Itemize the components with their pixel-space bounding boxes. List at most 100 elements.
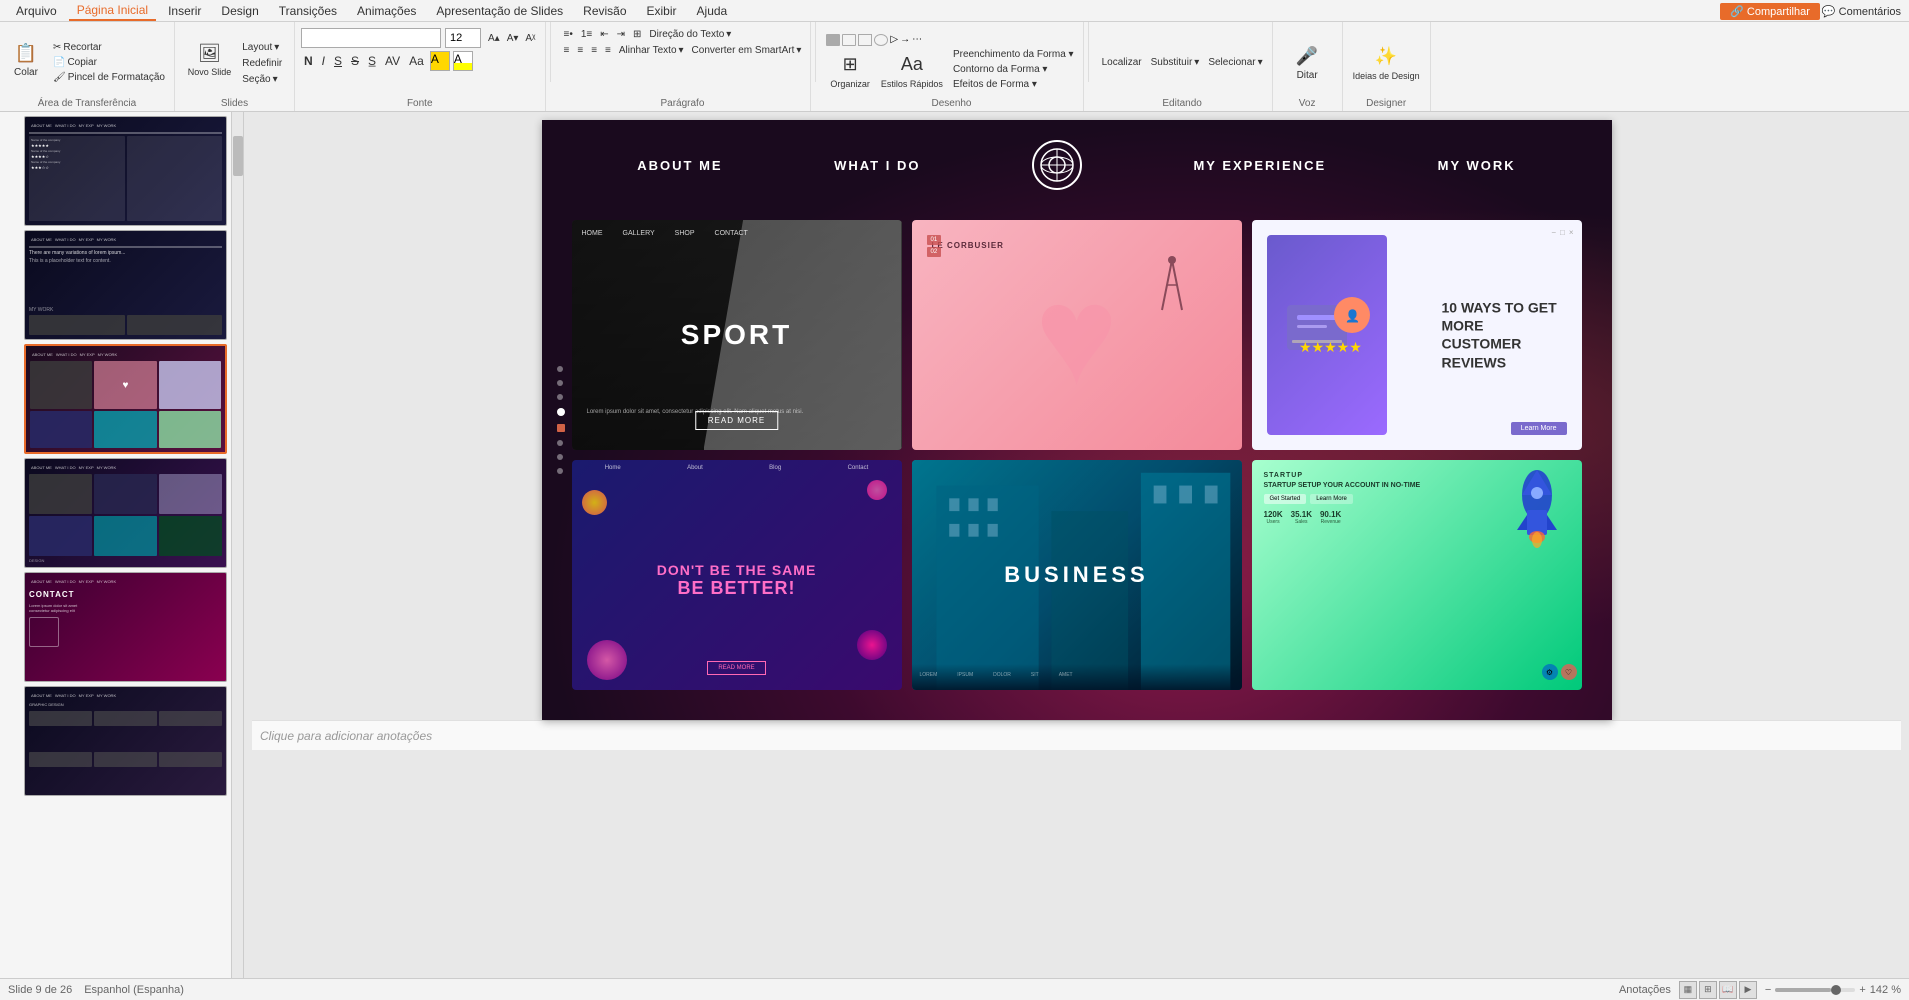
design-ideas-button[interactable]: ✨ Ideias de Design (1349, 41, 1424, 83)
dictate-button[interactable]: 🎤 Ditar (1287, 40, 1327, 83)
section-button[interactable]: Seção ▾ (239, 73, 285, 86)
strikethrough-button[interactable]: S (348, 53, 362, 69)
convert-smartart-button[interactable]: Converter em SmartArt ▾ (689, 44, 805, 57)
slide-thumb-7[interactable]: ABOUT MEWHAT I DOMY EXPMY WORK Name of t… (24, 116, 227, 226)
slideshow-btn[interactable]: ▶ (1739, 981, 1757, 999)
select-button[interactable]: Selecionar ▾ (1205, 56, 1265, 69)
align-left-button[interactable]: ≡ (561, 44, 573, 57)
slide-thumb-12[interactable]: ABOUT MEWHAT I DOMY EXPMY WORK GRAPHIC D… (24, 686, 227, 796)
bullets-button[interactable]: ≡• (561, 28, 576, 41)
shape-more[interactable]: ⋯ (912, 34, 922, 46)
nav-my-work: MY WORK (1438, 158, 1516, 173)
text-shadow-button[interactable]: S̲ (365, 53, 379, 69)
copy-button[interactable]: 📄 Copiar (50, 56, 168, 69)
shape-rect[interactable] (826, 34, 840, 46)
designer-group: ✨ Ideias de Design Designer (1343, 22, 1431, 111)
text-direction-button[interactable]: Direção do Texto ▾ (646, 28, 734, 41)
zoom-minus[interactable]: − (1765, 984, 1771, 996)
indent-decrease-button[interactable]: ⇤ (597, 28, 611, 41)
decrease-font-button[interactable]: A▾ (504, 32, 522, 45)
paste-button[interactable]: 📋 Colar (6, 37, 46, 80)
format-painter-button[interactable]: 🖌 Pincel de Formatação (50, 71, 168, 84)
slide-count: Slide 9 de 26 (8, 984, 72, 996)
underline-button[interactable]: S (331, 53, 345, 69)
numbering-button[interactable]: 1≡ (578, 28, 595, 41)
normal-view-btn[interactable]: ▦ (1679, 981, 1697, 999)
shape-triangle[interactable]: ▷ (890, 34, 898, 46)
menu-revisao[interactable]: Revisão (575, 2, 634, 20)
space-read-btn[interactable]: READ MORE (707, 661, 765, 675)
char-spacing-button[interactable]: AV (382, 53, 403, 69)
menu-animacoes[interactable]: Animações (349, 2, 424, 20)
redefine-button[interactable]: Redefinir (239, 57, 285, 70)
shape-square[interactable] (858, 34, 872, 46)
menu-exibir[interactable]: Exibir (639, 2, 685, 20)
zoom-slider[interactable] (1775, 988, 1855, 992)
share-button[interactable]: 🔗 Compartilhar (1720, 3, 1820, 20)
font-name-selector[interactable] (301, 28, 441, 48)
slide-thumb-10[interactable]: ABOUT MEWHAT I DOMY EXPMY WORK DESIGN (24, 458, 227, 568)
dot-6 (557, 454, 563, 460)
column-button[interactable]: ⊞ (630, 28, 644, 41)
clipboard-label: Área de Transferência (0, 98, 174, 109)
dot-active (557, 424, 565, 432)
menu-inserir[interactable]: Inserir (160, 2, 209, 20)
slide-wrapper-7: 7 ABOUT MEWHAT I DOMY EXPMY WORK Name of… (4, 116, 227, 226)
reviews-btn[interactable]: Learn More (1511, 422, 1567, 435)
startup-title: STARTUP (1264, 472, 1432, 479)
nav-my-experience: MY EXPERIENCE (1193, 158, 1326, 173)
clear-format-button[interactable]: Aᵡ (522, 32, 538, 45)
align-center-button[interactable]: ≡ (574, 44, 586, 57)
sport-read-btn[interactable]: READ MORE (695, 411, 778, 430)
main-slide[interactable]: ABOUT ME WHAT I DO MY EXPERIENCE MY WORK (542, 120, 1612, 720)
reading-view-btn[interactable]: 📖 (1719, 981, 1737, 999)
align-right-button[interactable]: ≡ (588, 44, 600, 57)
drawing-group: ▷ → ⋯ ⊞ Organizar Aa Estilos Rápidos Pre… (820, 22, 1083, 111)
comments-button[interactable]: 💬 Comentários (1822, 5, 1901, 18)
menu-design[interactable]: Design (213, 2, 266, 20)
highlight-button[interactable]: A (453, 51, 473, 71)
startup-rocket-icon (1497, 465, 1577, 565)
slide-thumb-9[interactable]: ABOUT MEWHAT I DOMY EXPMY WORK ♥ (24, 344, 227, 454)
outline-button[interactable]: Contorno da Forma ▾ (950, 63, 1077, 76)
shape-arrow[interactable]: → (900, 34, 910, 46)
startup-btn1[interactable]: Get Started (1264, 494, 1307, 504)
shape-rounded-rect[interactable] (842, 34, 856, 46)
slide-11-nav: ABOUT MEWHAT I DOMY EXPMY WORK (29, 577, 118, 586)
menu-apresentacao[interactable]: Apresentação de Slides (428, 2, 571, 20)
slide-wrapper-10: 10 ABOUT MEWHAT I DOMY EXPMY WORK DESIGN (4, 458, 227, 568)
new-slide-button[interactable]: 🖼 Novo Slide (184, 37, 236, 79)
notes-button[interactable]: Anotações (1619, 984, 1671, 996)
slide-sorter-btn[interactable]: ⊞ (1699, 981, 1717, 999)
find-button[interactable]: Localizar (1099, 56, 1145, 69)
slide-thumb-11[interactable]: ABOUT MEWHAT I DOMY EXPMY WORK CONTACT L… (24, 572, 227, 682)
italic-button[interactable]: I (319, 53, 328, 69)
annotation-area[interactable]: Clique para adicionar anotações (252, 720, 1901, 750)
font-color-button[interactable]: A (430, 51, 450, 71)
menu-arquivo[interactable]: Arquivo (8, 2, 65, 20)
change-case-button[interactable]: Aa (406, 53, 427, 69)
menu-transicoes[interactable]: Transições (271, 2, 345, 20)
font-size-selector[interactable]: 12 (445, 28, 481, 48)
cut-button[interactable]: ✂ Recortar (50, 41, 168, 54)
clipboard-group: 📋 Colar ✂ Recortar 📄 Copiar 🖌 Pincel de … (0, 22, 175, 111)
layout-button[interactable]: Layout ▾ (239, 41, 285, 54)
align-text-button[interactable]: Alinhar Texto ▾ (616, 44, 687, 57)
shape-circle[interactable] (874, 34, 888, 46)
slide-thumb-8[interactable]: ABOUT MEWHAT I DOMY EXPMY WORK There are… (24, 230, 227, 340)
replace-button[interactable]: Substituir ▾ (1148, 56, 1203, 69)
organize-button[interactable]: ⊞ Organizar (826, 49, 874, 91)
slide-10-nav: ABOUT MEWHAT I DOMY EXPMY WORK (29, 463, 118, 472)
menu-pagina-inicial[interactable]: Página Inicial (69, 1, 156, 21)
effects-button[interactable]: Efeitos de Forma ▾ (950, 78, 1077, 91)
bold-button[interactable]: N (301, 53, 316, 69)
indent-increase-button[interactable]: ⇥ (614, 28, 628, 41)
menu-ajuda[interactable]: Ajuda (689, 2, 736, 20)
increase-font-button[interactable]: A▴ (485, 32, 503, 45)
panel-scrollbar[interactable] (232, 112, 244, 978)
zoom-plus[interactable]: + (1859, 984, 1865, 996)
quick-styles-button[interactable]: Aa Estilos Rápidos (877, 49, 947, 91)
startup-btn2[interactable]: Learn More (1310, 494, 1353, 504)
fill-button[interactable]: Preenchimento da Forma ▾ (950, 48, 1077, 61)
justify-button[interactable]: ≡ (602, 44, 614, 57)
